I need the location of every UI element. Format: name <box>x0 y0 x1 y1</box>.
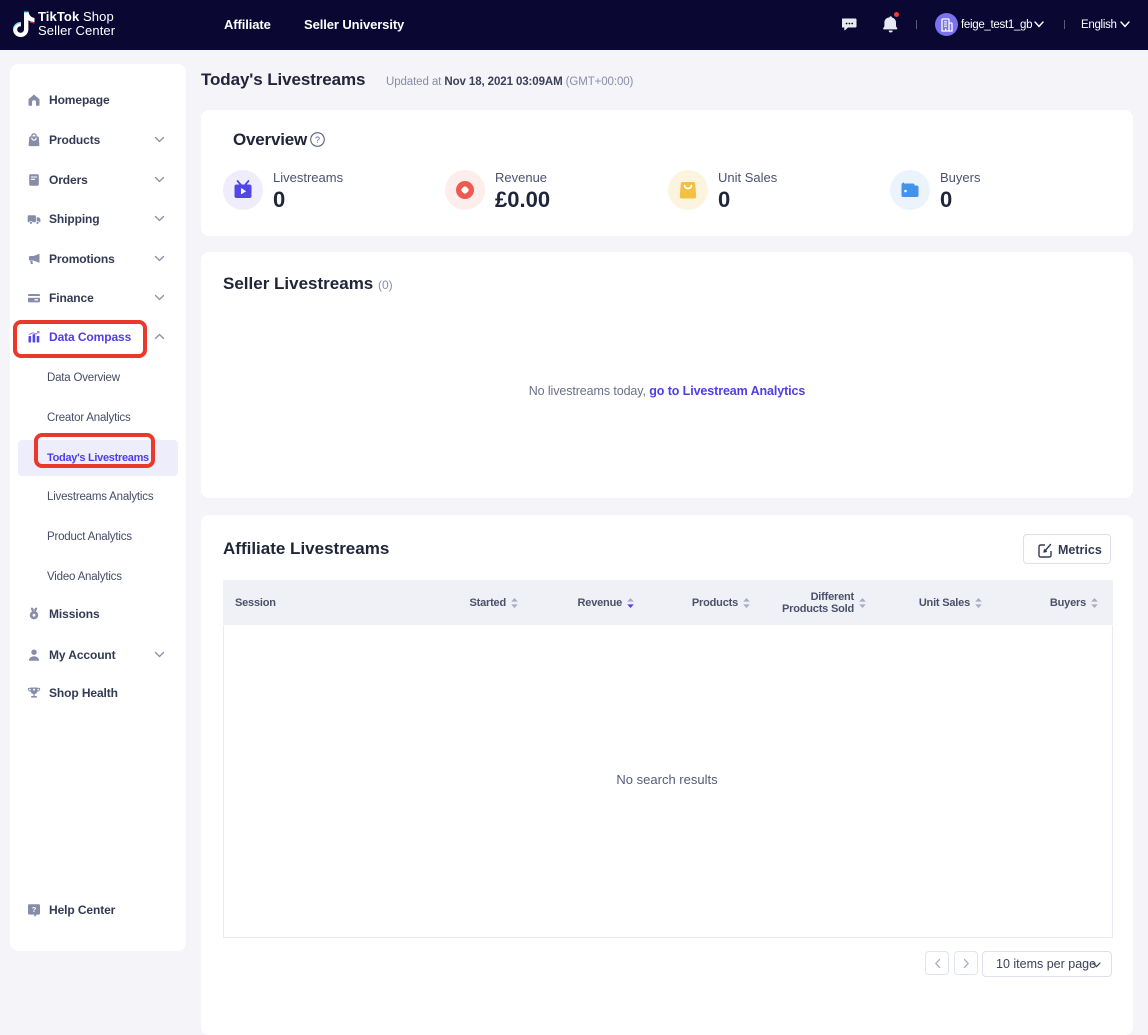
svg-text:?: ? <box>32 905 37 914</box>
svg-text:?: ? <box>315 135 320 145</box>
